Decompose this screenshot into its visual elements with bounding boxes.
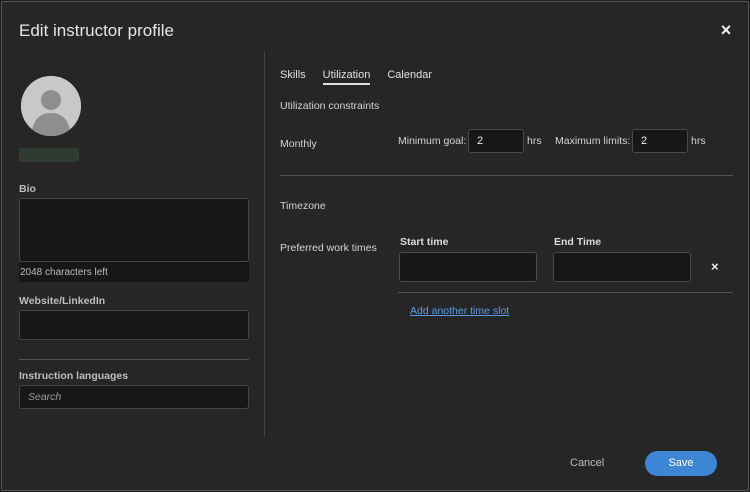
save-button[interactable]: Save [645,451,717,476]
min-goal-input[interactable]: 2 [468,129,524,153]
tab-utilization[interactable]: Utilization [322,69,370,85]
tab-skills[interactable]: Skills [280,69,306,85]
min-goal-label: Minimum goal: [398,135,467,147]
add-time-slot-link[interactable]: Add another time slot [410,305,509,317]
start-time-input[interactable] [399,252,537,282]
start-time-header: Start time [400,236,449,248]
min-goal-unit: hrs [527,135,542,147]
column-divider [264,52,265,436]
tab-calendar[interactable]: Calendar [387,69,432,85]
user-silhouette-icon[interactable] [21,76,81,136]
timezone-label: Timezone [280,200,326,212]
max-limit-label: Maximum limits: [555,135,631,147]
bio-label: Bio [19,183,36,195]
instructor-name-redacted [19,148,79,162]
slot-divider [398,292,733,293]
work-times-label: Preferred work times [280,242,377,254]
section-divider [280,175,733,176]
bio-char-count: 2048 characters left [19,262,249,282]
website-input[interactable] [19,310,249,340]
max-limit-unit: hrs [691,135,706,147]
website-label: Website/LinkedIn [19,295,106,307]
bio-textarea[interactable] [19,198,249,262]
languages-label: Instruction languages [19,370,129,382]
section-divider [19,359,249,360]
dialog-title: Edit instructor profile [19,21,174,40]
close-icon[interactable]: × [718,21,734,39]
cancel-button[interactable]: Cancel [570,457,604,469]
max-limit-input[interactable]: 2 [632,129,688,153]
remove-slot-icon[interactable]: × [711,259,719,274]
monthly-label: Monthly [280,138,317,150]
utilization-section-title: Utilization constraints [280,100,380,112]
edit-profile-dialog: Edit instructor profile × Bio 2048 chara… [1,1,749,491]
language-search-input[interactable]: Search [19,385,249,409]
end-time-header: End Time [554,236,602,248]
end-time-input[interactable] [553,252,691,282]
tab-bar: Skills Utilization Calendar [280,69,449,85]
